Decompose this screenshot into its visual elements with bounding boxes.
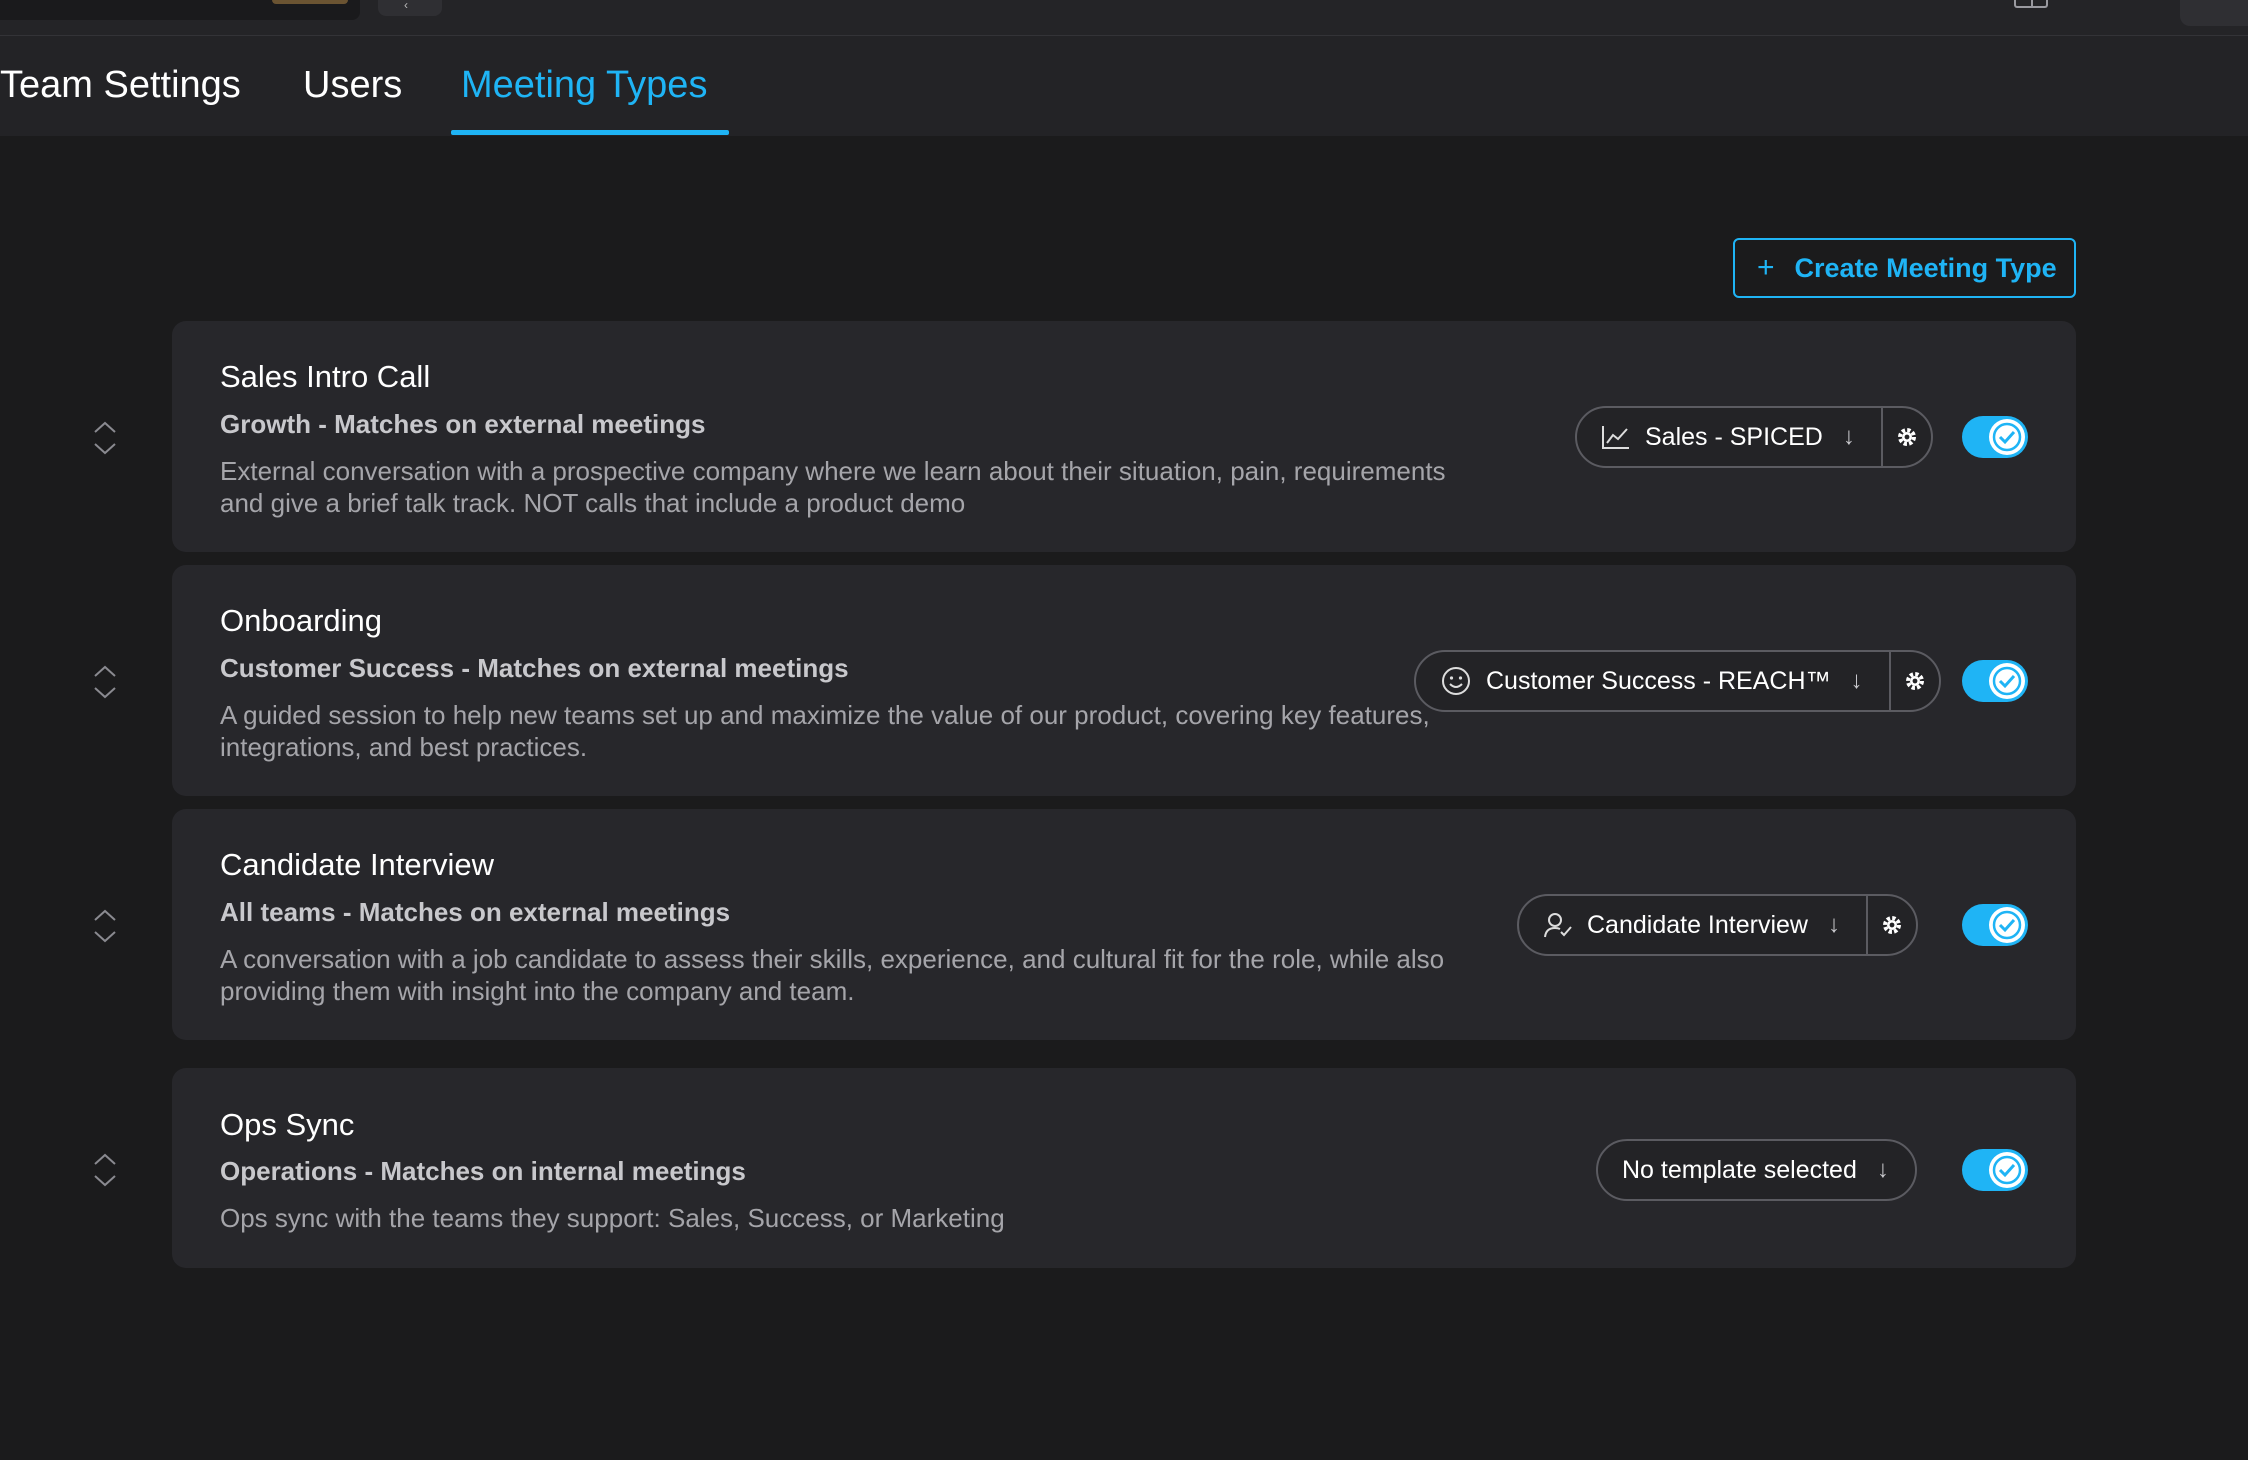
meeting-type-name: Ops Sync [220, 1107, 355, 1142]
template-dropdown[interactable]: Candidate Interview ↓ [1519, 896, 1866, 954]
meeting-type-description: A conversation with a job candidate to a… [220, 944, 1445, 1006]
meeting-type-description: Ops sync with the teams they support: Sa… [220, 1203, 1005, 1233]
meeting-type-description: A guided session to help new teams set u… [220, 700, 1430, 762]
meeting-type-meta: All teams - Matches on external meetings [220, 897, 731, 927]
drag-handle-icon[interactable] [92, 908, 118, 944]
gear-icon [1905, 672, 1924, 690]
meeting-type-name: Candidate Interview [220, 847, 494, 882]
template-label: Candidate Interview [1587, 910, 1808, 939]
meeting-type-card: Ops Sync Operations - Matches on interna… [172, 1068, 2076, 1268]
check-icon [1989, 907, 2025, 943]
meeting-type-card: Onboarding Customer Success - Matches on… [172, 565, 2076, 796]
check-icon [1989, 1152, 2025, 1188]
enabled-toggle[interactable] [1962, 1149, 2028, 1191]
arrow-down-icon: ↓ [1827, 911, 1840, 938]
template-label: Customer Success - REACH™ [1486, 666, 1831, 695]
top-bar-right-button[interactable] [2180, 0, 2248, 26]
meeting-type-card: Sales Intro Call Growth - Matches on ext… [172, 321, 2076, 552]
tab-meeting-types[interactable]: Meeting Types [461, 64, 707, 107]
template-settings-button[interactable] [1865, 896, 1916, 954]
settings-tabs: Team Settings Users Meeting Types [0, 36, 2248, 136]
template-dropdown[interactable]: No template selected ↓ [1598, 1141, 1915, 1199]
arrow-down-icon: ↓ [1876, 1156, 1889, 1183]
top-bar: ‹ [0, 0, 2248, 36]
drag-handle-icon[interactable] [92, 420, 118, 456]
chevron-icon: ‹ [404, 0, 408, 12]
drag-handle-icon[interactable] [92, 1152, 118, 1188]
active-tab-indicator [451, 130, 729, 135]
template-selector: Customer Success - REACH™ ↓ [1414, 650, 1941, 712]
meeting-type-description: External conversation with a prospective… [220, 456, 1446, 518]
template-selector: No template selected ↓ [1596, 1139, 1917, 1201]
meeting-type-name: Sales Intro Call [220, 359, 431, 394]
template-selector: Candidate Interview ↓ [1517, 894, 1918, 956]
check-icon [1989, 663, 2025, 699]
gear-icon [1882, 916, 1901, 934]
meeting-type-meta: Operations - Matches on internal meeting… [220, 1156, 746, 1186]
smiley-icon [1440, 665, 1472, 697]
plus-icon: + [1757, 251, 1775, 284]
drag-handle-icon[interactable] [92, 664, 118, 700]
template-settings-button[interactable] [1888, 652, 1939, 710]
template-settings-button[interactable] [1880, 408, 1931, 466]
tab-team-settings[interactable]: Team Settings [0, 64, 241, 107]
check-icon [1989, 419, 2025, 455]
enabled-toggle[interactable] [1962, 416, 2028, 458]
template-label: No template selected [1622, 1155, 1857, 1184]
enabled-toggle[interactable] [1962, 660, 2028, 702]
user-check-icon [1543, 911, 1573, 939]
meeting-type-name: Onboarding [220, 603, 383, 638]
meeting-type-meta: Customer Success - Matches on external m… [220, 653, 849, 683]
template-dropdown[interactable]: Customer Success - REACH™ ↓ [1416, 652, 1889, 710]
arrow-down-icon: ↓ [1842, 423, 1855, 450]
gear-icon [1897, 428, 1916, 446]
meeting-type-meta: Growth - Matches on external meetings [220, 409, 706, 439]
top-bar-button[interactable]: ‹ [378, 0, 442, 16]
template-label: Sales - SPICED [1645, 422, 1823, 451]
create-meeting-type-label: Create Meeting Type [1794, 252, 2057, 283]
chart-line-icon [1601, 424, 1631, 450]
book-icon[interactable] [2014, 0, 2048, 8]
template-dropdown[interactable]: Sales - SPICED ↓ [1577, 408, 1881, 466]
enabled-toggle[interactable] [1962, 904, 2028, 946]
template-selector: Sales - SPICED ↓ [1575, 406, 1933, 468]
top-bar-badge [272, 0, 348, 4]
tab-users[interactable]: Users [303, 64, 402, 107]
meeting-type-card: Candidate Interview All teams - Matches … [172, 809, 2076, 1040]
arrow-down-icon: ↓ [1850, 667, 1863, 694]
create-meeting-type-button[interactable]: + Create Meeting Type [1733, 238, 2076, 298]
